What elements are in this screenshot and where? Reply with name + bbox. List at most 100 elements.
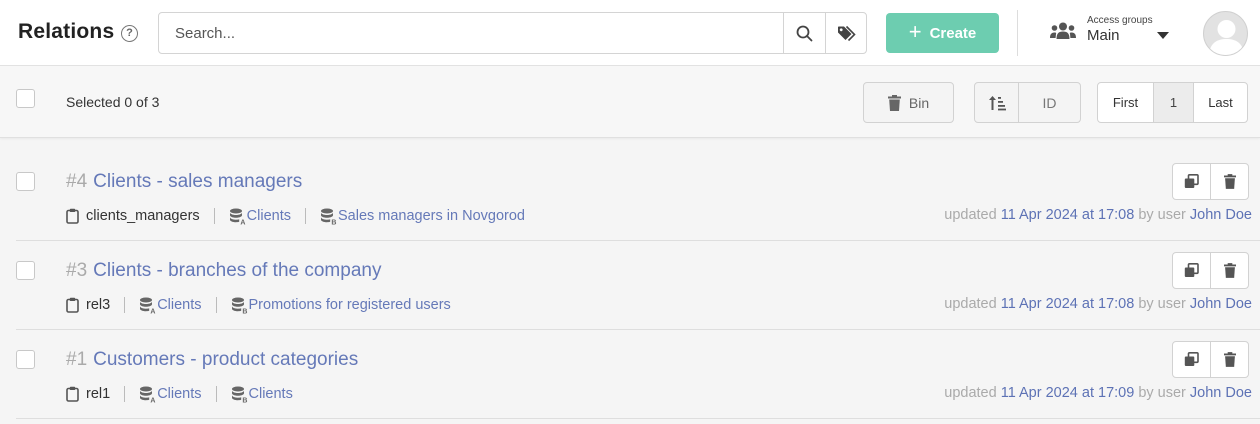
updated-date: 11 Apr 2024 at 17:09 [1000,385,1135,401]
first-page-button[interactable]: First [1098,83,1154,122]
users-icon [1050,22,1076,39]
clipboard-icon [66,386,79,402]
row-actions [1172,341,1249,378]
relation-code: rel1 [86,386,111,402]
relation-title: #4 Clients - sales managers [66,171,302,193]
copy-button[interactable] [1173,253,1211,288]
row-checkbox[interactable] [16,172,35,191]
row-divider [16,418,1260,419]
source-b-link[interactable]: Promotions for registered users [249,297,451,313]
page-title: Relations [18,20,115,43]
database-b-icon: B [320,208,336,225]
trash-icon [1224,174,1236,189]
updated-prefix: updated [944,296,997,312]
row-checkbox[interactable] [16,350,35,369]
current-page-button[interactable]: 1 [1154,83,1194,122]
relation-id: #1 [66,349,88,370]
trash-icon [1224,263,1236,278]
database-a-icon: A [140,386,156,403]
svg-text:A: A [240,219,245,225]
plus-icon: + [908,19,922,44]
create-button[interactable]: + Create [886,13,999,53]
svg-text:A: A [151,397,156,403]
relation-code: rel3 [86,297,111,313]
updated-prefix: updated [944,207,997,223]
avatar[interactable] [1203,11,1248,56]
delete-button[interactable] [1211,164,1249,199]
caret-down-icon [1157,32,1169,39]
access-group-value: Main [1087,27,1120,44]
svg-text:A: A [151,308,156,314]
copy-icon [1184,352,1199,366]
copy-icon [1184,174,1199,188]
relation-code: clients_managers [86,208,200,224]
updated-user-link[interactable]: John Doe [1190,296,1252,312]
last-page-button[interactable]: Last [1194,83,1247,122]
sort-direction-button[interactable] [975,83,1019,122]
updated-prefix: updated [944,385,997,401]
delete-button[interactable] [1211,342,1249,377]
updated-date: 11 Apr 2024 at 17:08 [1000,296,1135,312]
meta-separator [215,386,217,402]
relation-meta: rel3 A Clients B Promotions for register… [66,295,451,315]
relation-name-link[interactable]: Clients - sales managers [93,171,302,192]
header-divider [1017,10,1018,56]
relation-title: #1 Customers - product categories [66,349,358,371]
trash-icon [1224,352,1236,367]
sort-field-button[interactable]: ID [1019,83,1080,122]
meta-separator [215,297,217,313]
meta-separator [213,208,215,224]
list-item: #4 Clients - sales managers clients_manag… [0,152,1260,241]
source-a-link[interactable]: Clients [247,208,291,224]
updated-info: updated 11 Apr 2024 at 17:09 by user Joh… [944,385,1252,401]
source-a-link[interactable]: Clients [157,297,201,313]
database-a-icon: A [140,297,156,314]
updated-by: by user [1138,296,1186,312]
relation-name-link[interactable]: Customers - product categories [93,349,358,370]
search-bar [158,12,867,54]
bin-button[interactable]: Bin [863,82,954,123]
updated-user-link[interactable]: John Doe [1190,207,1252,223]
selection-count: Selected 0 of 3 [66,94,160,110]
source-b-link[interactable]: Clients [249,386,293,402]
tags-icon [838,25,856,41]
updated-user-link[interactable]: John Doe [1190,385,1252,401]
search-input[interactable] [159,13,783,53]
clipboard-icon [66,208,79,224]
meta-separator [124,386,126,402]
tags-filter-button[interactable] [825,13,867,53]
svg-text:B: B [331,219,336,225]
clipboard-icon [66,297,79,313]
row-checkbox[interactable] [16,261,35,280]
top-header: Relations ? + Create [0,0,1260,66]
source-a-link[interactable]: Clients [157,386,201,402]
help-icon[interactable]: ? [121,25,138,42]
delete-button[interactable] [1211,253,1249,288]
select-all-checkbox[interactable] [16,89,35,108]
updated-info: updated 11 Apr 2024 at 17:08 by user Joh… [944,207,1252,223]
list-item: #3 Clients - branches of the company rel3… [0,241,1260,330]
list-item: #1 Customers - product categories rel1 A … [0,330,1260,419]
access-groups-label: Access groups [1087,15,1153,26]
search-icon [796,25,813,41]
relation-name-link[interactable]: Clients - branches of the company [93,260,381,281]
sort-control: ID [974,82,1081,123]
svg-text:B: B [242,308,247,314]
updated-date: 11 Apr 2024 at 17:08 [1000,207,1135,223]
meta-separator [304,208,306,224]
database-a-icon: A [229,208,245,225]
meta-separator [124,297,126,313]
source-b-link[interactable]: Sales managers in Novgorod [338,208,525,224]
updated-info: updated 11 Apr 2024 at 17:08 by user Joh… [944,296,1252,312]
bin-label: Bin [908,94,930,111]
relation-meta: clients_managers A Clients B Sales manag… [66,206,525,226]
access-groups-dropdown[interactable]: Access groups Main [1050,14,1180,54]
database-b-icon: B [231,297,247,314]
updated-by: by user [1138,207,1186,223]
updated-by: by user [1138,385,1186,401]
copy-button[interactable] [1173,164,1211,199]
list-toolbar: Selected 0 of 3 Bin ID First 1 Last [0,66,1260,138]
copy-button[interactable] [1173,342,1211,377]
svg-text:B: B [242,397,247,403]
search-button[interactable] [783,13,825,53]
